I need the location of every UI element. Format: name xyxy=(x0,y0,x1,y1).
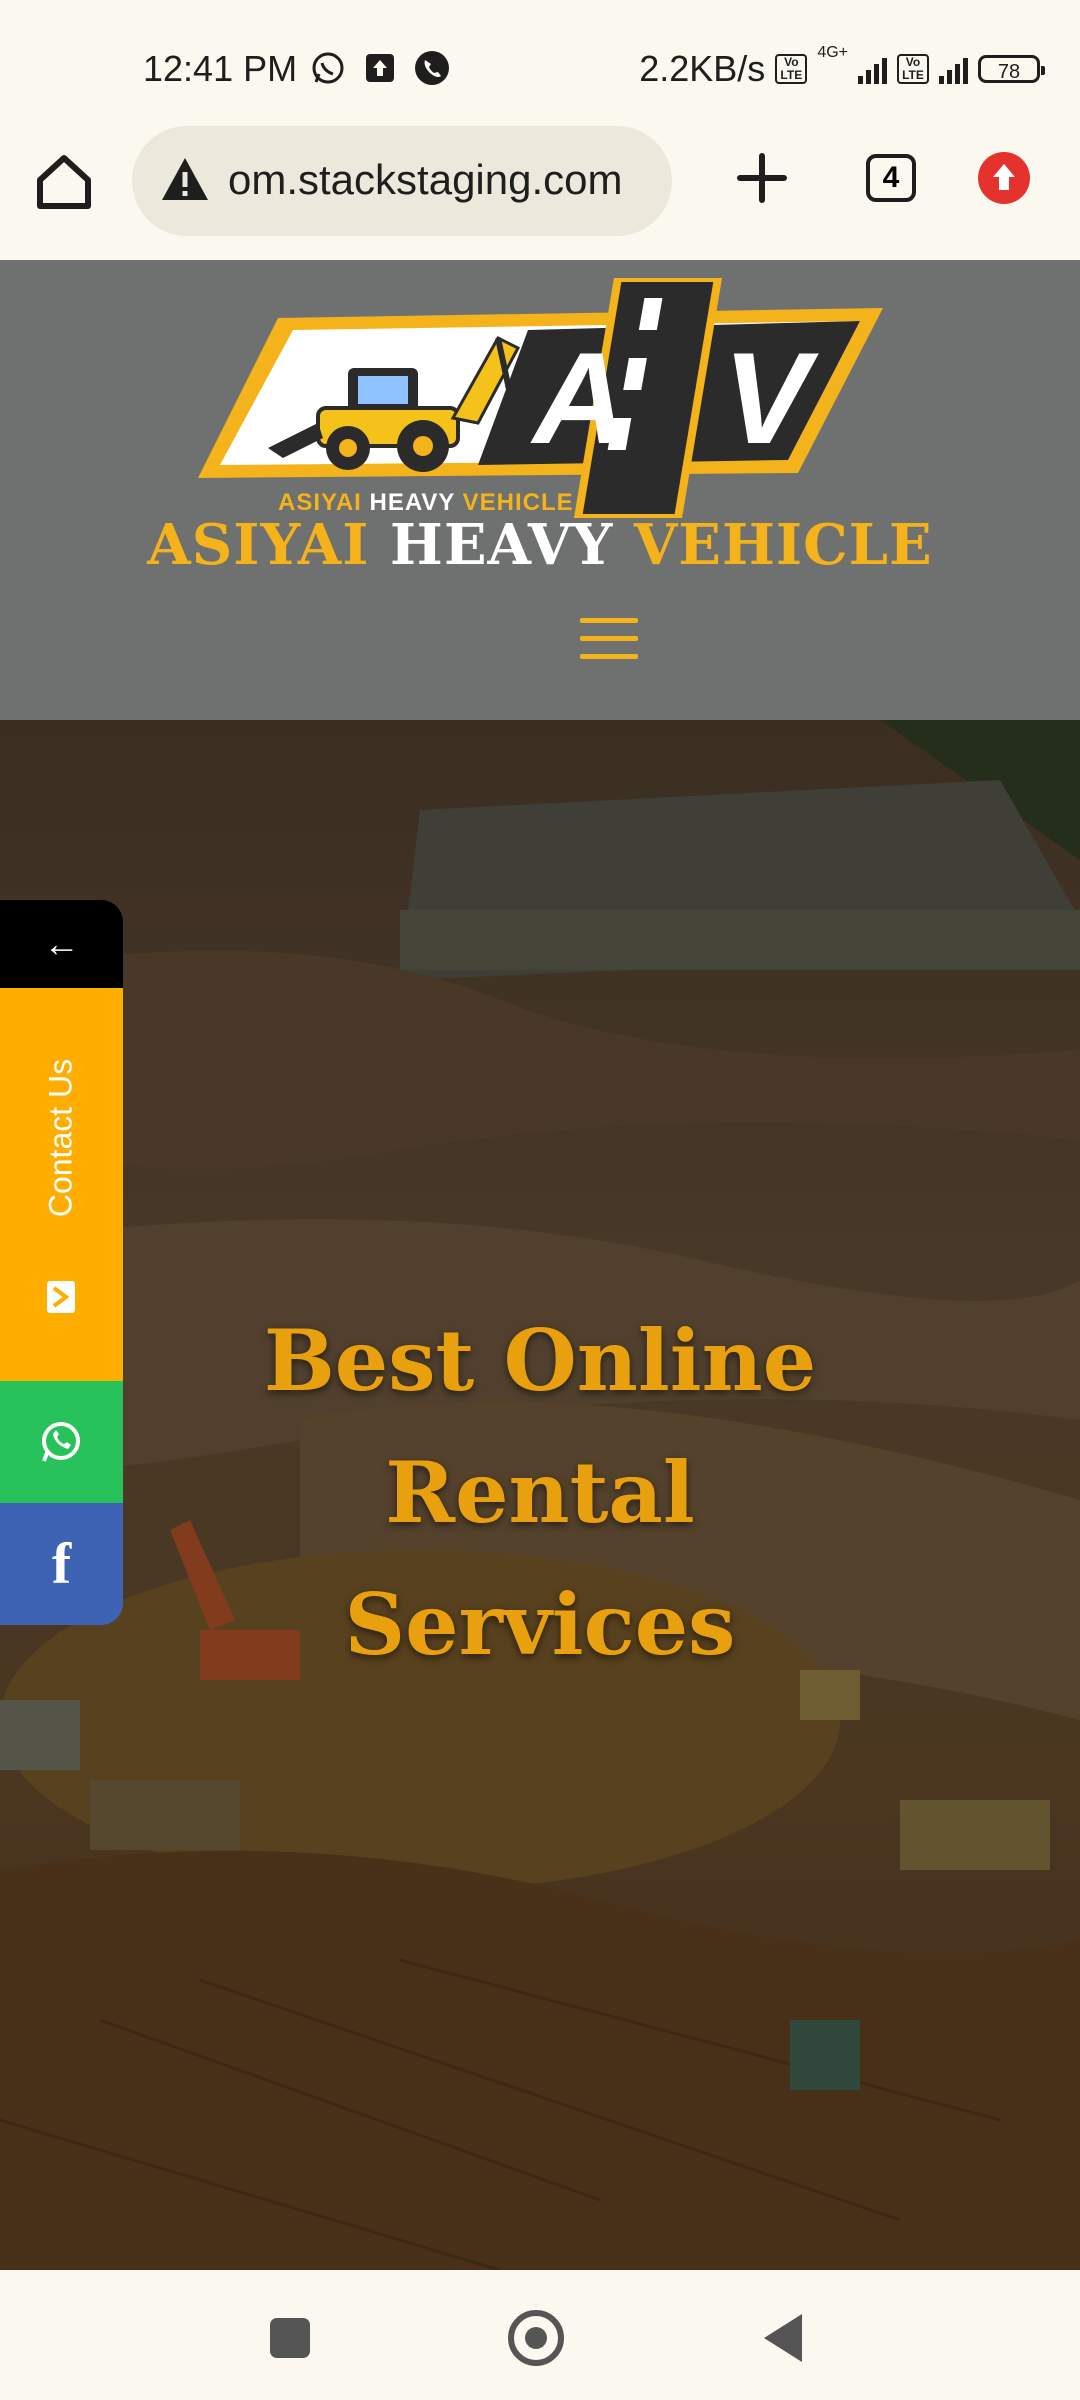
back-button[interactable] xyxy=(764,2314,802,2362)
system-navigation-bar xyxy=(0,2270,1080,2400)
contact-us-label: Contact Us xyxy=(42,1058,79,1218)
svg-text:V: V xyxy=(723,325,819,471)
hero-title: Best Online Rental Services xyxy=(0,1295,1080,1691)
menu-icon[interactable] xyxy=(580,618,638,662)
warning-icon[interactable] xyxy=(160,156,210,202)
floating-contact-panel: ← Contact Us f xyxy=(0,900,123,1625)
signal-icon-2 xyxy=(939,54,968,84)
brand-word-1: ASIYAI xyxy=(147,512,370,578)
status-time: 12:41 PM xyxy=(143,48,298,89)
signal-icon-1 xyxy=(858,54,887,84)
address-bar[interactable]: om.stackstaging.com xyxy=(132,126,672,236)
facebook-button[interactable]: f xyxy=(0,1503,123,1625)
volte-icon: Vo LTE xyxy=(775,54,808,84)
home-button[interactable] xyxy=(508,2310,564,2366)
battery-level: 78 xyxy=(997,61,1021,83)
hero-title-line-1: Best Online xyxy=(263,1311,817,1410)
battery-icon: 78 xyxy=(978,55,1045,83)
facebook-icon: f xyxy=(51,1531,72,1596)
hero-title-line-2: Rental xyxy=(385,1443,695,1542)
browser-toolbar: om.stackstaging.com 4 xyxy=(0,120,1080,260)
new-tab-icon[interactable] xyxy=(730,146,794,210)
collapse-panel-button[interactable]: ← xyxy=(0,900,123,988)
svg-text:A: A xyxy=(530,325,627,471)
network-type: 4G+ xyxy=(817,44,848,61)
brand-word-2: HEAVY xyxy=(389,512,614,578)
notification-icons xyxy=(310,50,450,86)
hero-section: Best Online Rental Services xyxy=(0,720,1080,2270)
contact-card-icon xyxy=(47,1281,75,1313)
phone-call-icon xyxy=(415,51,449,85)
status-bar: 12:41 PM 2.2KB/s Vo LTE 4G+ Vo LTE 78 xyxy=(0,0,1080,120)
tab-count: 4 xyxy=(882,161,900,194)
home-icon[interactable] xyxy=(32,150,96,214)
recent-apps-button[interactable] xyxy=(270,2318,310,2358)
url-text[interactable]: om.stackstaging.com xyxy=(228,156,623,204)
site-brand-title[interactable]: ASIYAI HEAVY VEHICLE xyxy=(0,512,1080,578)
whatsapp-icon xyxy=(312,52,344,84)
whatsapp-icon xyxy=(42,1422,80,1462)
status-right: 2.2KB/s Vo LTE 4G+ Vo LTE 78 xyxy=(639,44,1045,90)
network-speed: 2.2KB/s xyxy=(639,48,766,89)
site-logo[interactable]: A V ASIYAI HEAVY VEHICLE xyxy=(198,278,883,518)
tab-switcher-button[interactable]: 4 xyxy=(866,154,916,202)
site-header: A V ASIYAI HEAVY VEHICLE ASIYAI HEAVY VE… xyxy=(0,260,1080,720)
contact-us-button[interactable]: Contact Us xyxy=(0,988,123,1381)
whatsapp-button[interactable] xyxy=(0,1381,123,1503)
upload-icon xyxy=(366,54,394,82)
volte-icon-2: Vo LTE xyxy=(897,54,929,84)
hero-title-line-3: Services xyxy=(344,1575,736,1674)
update-icon[interactable] xyxy=(978,152,1030,204)
brand-word-3: VEHICLE xyxy=(633,512,933,578)
